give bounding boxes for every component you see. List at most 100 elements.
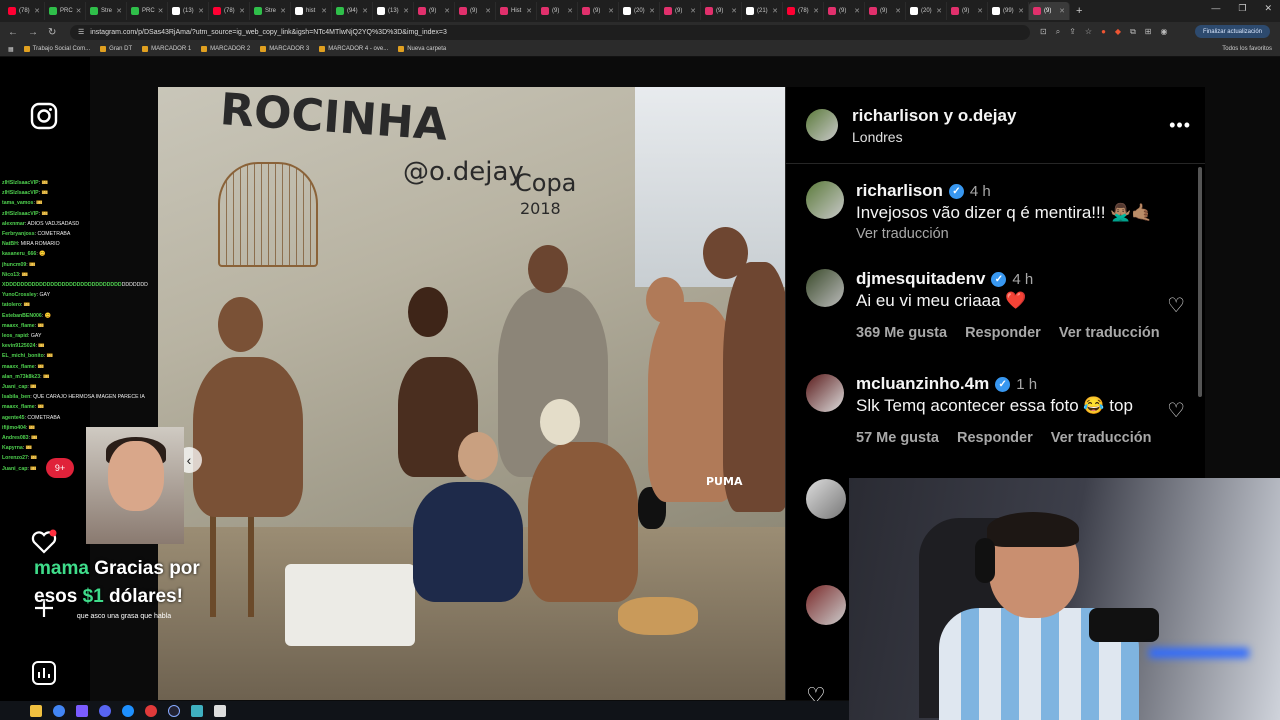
bookmark-item[interactable]: MARCADOR 3 [260, 46, 309, 52]
chat-username[interactable]: maaxx_flame [2, 404, 35, 410]
comment-time[interactable]: 4 h [1012, 271, 1033, 288]
new-tab-button[interactable]: + [1070, 5, 1088, 17]
tab-close-icon[interactable]: ✕ [116, 7, 122, 15]
browser-tab[interactable]: (13) ✕ [168, 2, 209, 20]
browser-tab[interactable]: PRC ✕ [127, 2, 168, 20]
chat-username[interactable]: EL_michi_bonito [2, 353, 44, 359]
close-window-icon[interactable]: ✕ [1264, 3, 1272, 14]
browser-tab[interactable]: hist ✕ [291, 2, 332, 20]
tab-close-icon[interactable]: ✕ [444, 7, 450, 15]
chat-username[interactable]: alan_m73k8k23 [2, 374, 40, 380]
bookmark-item[interactable]: Trabajo Social Com... [23, 46, 90, 52]
apps-icon[interactable]: ▦ [8, 46, 14, 53]
maximize-icon[interactable]: ❐ [1238, 3, 1246, 14]
chat-username[interactable]: jhuncm09 [2, 262, 26, 268]
puzzle-icon[interactable]: ⧉ [1130, 27, 1136, 37]
app-icon[interactable] [214, 704, 226, 717]
tab-close-icon[interactable]: ✕ [403, 7, 409, 15]
translate-link[interactable]: Ver traducción [1059, 325, 1160, 341]
author-avatar[interactable] [806, 109, 838, 141]
update-button[interactable]: Finalizar actualización [1194, 25, 1270, 38]
bookmark-star-icon[interactable]: ☆ [1085, 27, 1092, 37]
comments-scrollbar[interactable] [1198, 167, 1202, 397]
browser-tab[interactable]: Stre ✕ [86, 2, 127, 20]
browser-tab[interactable]: (78) ✕ [783, 2, 824, 20]
browser-tab[interactable]: (94) ✕ [332, 2, 373, 20]
more-options-icon[interactable]: ••• [1169, 115, 1191, 136]
browser-tab[interactable]: (20) ✕ [619, 2, 660, 20]
tab-close-icon[interactable]: ✕ [813, 7, 819, 15]
browser-tab[interactable]: (9) ✕ [865, 2, 906, 20]
browser-tab[interactable]: (99) ✕ [988, 2, 1029, 20]
browser-tab[interactable]: PRC ✕ [45, 2, 86, 20]
insights-icon[interactable] [30, 659, 58, 687]
file-explorer-icon[interactable] [30, 704, 42, 717]
chat-username[interactable]: alexnmar [2, 221, 25, 227]
tab-close-icon[interactable]: ✕ [158, 7, 164, 15]
tab-close-icon[interactable]: ✕ [280, 7, 286, 15]
like-count[interactable]: 57 Me gusta [856, 430, 939, 446]
tab-close-icon[interactable]: ✕ [772, 7, 778, 15]
translate-link[interactable]: Ver traducción [1051, 430, 1152, 446]
commenter-avatar[interactable] [806, 479, 846, 519]
tab-close-icon[interactable]: ✕ [608, 7, 614, 15]
tab-close-icon[interactable]: ✕ [198, 7, 204, 15]
site-info-icon[interactable]: ☰ [78, 28, 84, 36]
tab-close-icon[interactable]: ✕ [936, 7, 942, 15]
like-count[interactable]: 369 Me gusta [856, 325, 947, 341]
browser-tab[interactable]: (9) ✕ [947, 2, 988, 20]
tab-close-icon[interactable]: ✕ [321, 7, 327, 15]
back-icon[interactable]: ← [8, 27, 18, 38]
post-location[interactable]: Londres [852, 129, 1016, 145]
like-comment-heart-icon[interactable]: ♡ [1167, 293, 1185, 318]
comment-username[interactable]: djmesquitadenv [856, 269, 985, 289]
bookmark-item[interactable]: Nueva carpeta [398, 46, 446, 52]
tab-close-icon[interactable]: ✕ [76, 7, 82, 15]
browser-tab[interactable]: (13) ✕ [373, 2, 414, 20]
chat-username[interactable]: Nico13 [2, 272, 19, 278]
bookmark-item[interactable]: MARCADOR 2 [201, 46, 250, 52]
profile-avatar[interactable]: ◉ [1160, 27, 1167, 37]
minimize-icon[interactable]: — [1211, 3, 1220, 14]
chat-username[interactable]: Kapyrna [2, 445, 23, 451]
chat-username[interactable]: maaxx_flame [2, 323, 35, 329]
comment-time[interactable]: 4 h [970, 183, 991, 200]
browser-tab[interactable]: (9) ✕ [701, 2, 742, 20]
app-icon[interactable] [191, 704, 203, 717]
chat-username[interactable]: zlHSlzIsaacVIP [2, 180, 39, 186]
browser-tab[interactable]: (9) ✕ [578, 2, 619, 20]
chat-username[interactable]: Lorenzo27 [2, 455, 28, 461]
browser-tab[interactable]: (20) ✕ [906, 2, 947, 20]
browser-tab[interactable]: (78) ✕ [209, 2, 250, 20]
install-icon[interactable]: ⊡ [1040, 27, 1047, 37]
chat-username[interactable]: leos_rapid [2, 333, 28, 339]
browser-tab[interactable]: Stre ✕ [250, 2, 291, 20]
chat-username[interactable]: XDDDDDDDDDDDDDDDDDDDDDDDDDDDDDDD [2, 282, 122, 288]
commenter-avatar[interactable] [806, 269, 844, 307]
chat-username[interactable]: tama_vamos [2, 200, 33, 206]
tab-search-icon[interactable]: ⊞ [1145, 27, 1152, 37]
chat-username[interactable]: Isabila_ben [2, 394, 30, 400]
tab-close-icon[interactable]: ✕ [690, 7, 696, 15]
tab-close-icon[interactable]: ✕ [731, 7, 737, 15]
share-icon[interactable]: ⇪ [1069, 27, 1076, 37]
browser-tab[interactable]: (9) ✕ [1029, 2, 1070, 20]
tab-close-icon[interactable]: ✕ [567, 7, 573, 15]
chat-username[interactable]: kevin9125024 [2, 343, 35, 349]
zoom-icon[interactable]: ⌕ [1056, 27, 1060, 37]
chat-username[interactable]: Ferbryanjoss [2, 231, 35, 237]
reply-link[interactable]: Responder [965, 325, 1041, 341]
chat-username[interactable]: Andres083 [2, 435, 29, 441]
app-icon[interactable] [145, 704, 157, 717]
tab-close-icon[interactable]: ✕ [854, 7, 860, 15]
chat-username[interactable]: tatolero [2, 302, 21, 308]
tab-close-icon[interactable]: ✕ [239, 7, 245, 15]
post-authors[interactable]: richarlison y o.dejay [852, 106, 1016, 126]
browser-tab[interactable]: (9) ✕ [537, 2, 578, 20]
chat-username[interactable]: maaxx_flame [2, 364, 35, 370]
all-favorites[interactable]: Todos los favoritos [1222, 46, 1272, 52]
browser-tab[interactable]: (78) ✕ [4, 2, 45, 20]
bookmark-item[interactable]: Gran DT [100, 46, 132, 52]
chat-username[interactable]: NatBH [2, 241, 18, 247]
comment-username[interactable]: mcluanzinho.4m [856, 374, 989, 394]
